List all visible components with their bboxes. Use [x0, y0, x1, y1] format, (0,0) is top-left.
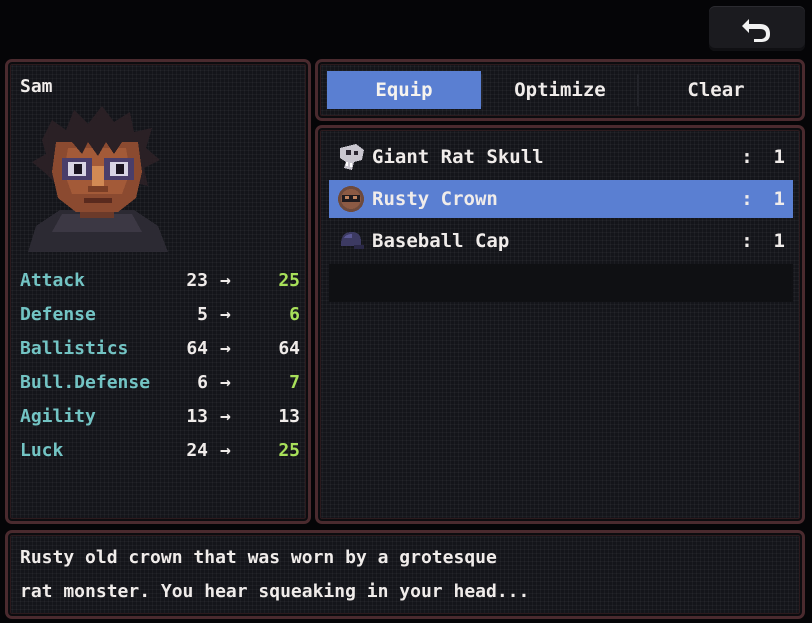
stat-current-value: 13: [186, 406, 208, 427]
item-row-rusty-crown[interactable]: Rusty Crown : 1: [329, 180, 793, 218]
stat-row-luck: Luck 24 → 25: [20, 440, 300, 466]
stat-current-value: 6: [197, 372, 208, 393]
stat-row-bull-defense: Bull.Defense 6 → 7: [20, 372, 300, 398]
item-separator: :: [741, 188, 753, 210]
tab-equip[interactable]: Equip: [327, 71, 481, 109]
stat-label: Attack: [20, 270, 86, 291]
stat-row-ballistics: Ballistics 64 → 64: [20, 338, 300, 364]
arrow-icon: →: [220, 270, 231, 291]
stat-new-value: 25: [278, 440, 300, 461]
stat-label: Agility: [20, 406, 96, 427]
tab-clear[interactable]: Clear: [639, 71, 793, 109]
stat-current-value: 23: [186, 270, 208, 291]
character-name: Sam: [20, 76, 53, 97]
stat-current-value: 24: [186, 440, 208, 461]
item-quantity: 1: [773, 146, 785, 168]
item-name: Giant Rat Skull: [372, 146, 544, 168]
stat-row-attack: Attack 23 → 25: [20, 270, 300, 296]
stat-label: Luck: [20, 440, 64, 461]
item-name: Baseball Cap: [372, 230, 510, 252]
arrow-icon: →: [220, 372, 231, 393]
stat-current-value: 5: [197, 304, 208, 325]
stat-new-value: 7: [289, 372, 300, 393]
stat-row-agility: Agility 13 → 13: [20, 406, 300, 432]
stat-label: Ballistics: [20, 338, 129, 359]
item-row-empty[interactable]: [329, 264, 793, 302]
arrow-icon: →: [220, 304, 231, 325]
stat-new-value: 64: [278, 338, 300, 359]
stat-new-value: 13: [278, 406, 300, 427]
stat-label: Defense: [20, 304, 96, 325]
stat-label: Bull.Defense: [20, 372, 151, 393]
cap-icon: [341, 232, 364, 249]
item-list-panel: Giant Rat Skull : 1 Rusty Crown : 1 Base…: [315, 125, 805, 524]
arrow-icon: →: [220, 406, 231, 427]
stat-new-value: 25: [278, 270, 300, 291]
item-quantity: 1: [773, 230, 785, 252]
stat-row-defense: Defense 5 → 6: [20, 304, 300, 330]
item-description-panel: Rusty old crown that was worn by a grote…: [5, 530, 805, 619]
character-panel: Sam Attack 23 → 25 Defense 5 → 6 Ballist…: [5, 59, 311, 524]
arrow-icon: →: [220, 338, 231, 359]
item-separator: :: [741, 146, 753, 168]
item-separator: :: [741, 230, 753, 252]
character-portrait: [22, 102, 172, 252]
item-name: Rusty Crown: [372, 188, 498, 210]
skull-icon: [340, 144, 364, 170]
stat-new-value: 6: [289, 304, 300, 325]
command-tabs-panel: Equip Optimize Clear: [315, 59, 805, 121]
item-quantity: 1: [773, 188, 785, 210]
arrow-icon: →: [220, 440, 231, 461]
undo-arrow-icon: [742, 18, 770, 42]
item-row-giant-rat-skull[interactable]: Giant Rat Skull : 1: [329, 138, 793, 176]
description-line-1: Rusty old crown that was worn by a grote…: [20, 547, 497, 568]
crown-icon: [338, 186, 364, 212]
back-button[interactable]: [709, 6, 805, 51]
description-line-2: rat monster. You hear squeaking in your …: [20, 581, 530, 602]
tab-optimize[interactable]: Optimize: [483, 71, 637, 109]
stat-current-value: 64: [186, 338, 208, 359]
item-row-baseball-cap[interactable]: Baseball Cap : 1: [329, 222, 793, 260]
